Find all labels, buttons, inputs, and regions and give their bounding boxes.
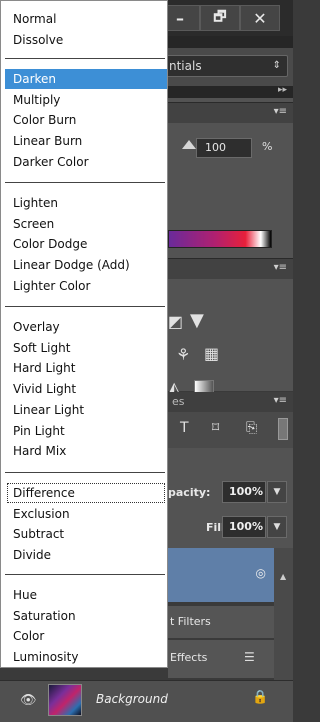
workspace-select-value: ntials: [169, 59, 202, 73]
blend-mode-difference[interactable]: Difference: [7, 483, 165, 503]
smart-filters-label: t Filters: [170, 615, 211, 628]
menu-separator: [5, 182, 165, 183]
grid-icon[interactable]: ▦: [204, 344, 219, 363]
value-field[interactable]: 100: [196, 138, 252, 158]
blend-mode-overlay[interactable]: Overlay: [7, 317, 165, 337]
blend-mode-linear-light[interactable]: Linear Light: [7, 400, 165, 420]
blend-mode-dissolve[interactable]: Dissolve: [7, 30, 165, 50]
square-tool-icon[interactable]: ◩: [168, 312, 183, 331]
select-arrow-icon: ⇕: [272, 60, 281, 71]
effects-row[interactable]: Effects ☰: [168, 640, 274, 678]
blend-mode-screen[interactable]: Screen: [7, 214, 165, 234]
blend-mode-exclusion[interactable]: Exclusion: [7, 504, 165, 524]
selected-layer-row[interactable]: ◎: [168, 548, 274, 602]
menu-separator: [5, 58, 165, 59]
triangle-down-icon[interactable]: ▼: [190, 310, 204, 331]
blend-mode-subtract[interactable]: Subtract: [7, 524, 165, 544]
blend-mode-darken[interactable]: Darken: [5, 69, 167, 89]
opacity-label: pacity:: [168, 486, 211, 499]
smart-object-filter-icon[interactable]: ⎘: [246, 420, 257, 436]
collapse-icon[interactable]: ▸▸: [278, 85, 287, 95]
blend-mode-lighten[interactable]: Lighten: [7, 193, 165, 213]
blend-mode-hard-mix[interactable]: Hard Mix: [7, 441, 165, 461]
circles-icon[interactable]: ⚘: [176, 345, 190, 364]
layers-tab-strip: es ▾≡: [168, 392, 293, 412]
color-gradient-bar[interactable]: [168, 230, 272, 248]
background-layer-name: Background: [96, 692, 168, 706]
slider-knob[interactable]: [182, 140, 196, 149]
effects-label: Effects: [170, 651, 208, 664]
menu-separator: [5, 306, 165, 307]
fill-dropdown-icon[interactable]: ▼: [267, 516, 287, 538]
workspace-select[interactable]: ntials ⇕: [160, 55, 288, 77]
layers-tab[interactable]: es: [172, 395, 185, 408]
blend-mode-color[interactable]: Color: [7, 626, 165, 646]
blend-mode-luminosity[interactable]: Luminosity: [7, 647, 165, 667]
blend-mode-color-dodge[interactable]: Color Dodge: [7, 234, 165, 254]
blend-mode-linear-dodge-add[interactable]: Linear Dodge (Add): [7, 255, 165, 275]
blend-mode-pin-light[interactable]: Pin Light: [7, 421, 165, 441]
blend-mode-color-burn[interactable]: Color Burn: [7, 110, 165, 130]
blend-mode-darker-color[interactable]: Darker Color: [7, 152, 165, 172]
smart-filters-row[interactable]: t Filters: [168, 606, 274, 638]
blend-mode-soft-light[interactable]: Soft Light: [7, 338, 165, 358]
scroll-up-icon[interactable]: ▲: [280, 572, 286, 581]
panel-menu-icon[interactable]: ▾≡: [274, 106, 287, 117]
filter-toggle[interactable]: [278, 418, 288, 440]
opacity-dropdown-icon[interactable]: ▼: [267, 481, 287, 503]
blend-mode-hue[interactable]: Hue: [7, 585, 165, 605]
shape-filter-icon[interactable]: ⌑: [212, 420, 219, 436]
blend-mode-linear-burn[interactable]: Linear Burn: [7, 131, 165, 151]
lock-icon: 🔒: [252, 690, 269, 705]
fill-field[interactable]: 100%: [222, 516, 266, 538]
blend-mode-saturation[interactable]: Saturation: [7, 606, 165, 626]
blend-mode-multiply[interactable]: Multiply: [7, 90, 165, 110]
blend-mode-normal[interactable]: Normal: [7, 9, 165, 29]
menu-separator: [5, 472, 165, 473]
layer-thumbnail: [48, 684, 82, 716]
type-filter-icon[interactable]: T: [180, 420, 189, 436]
panel-menu-icon-2[interactable]: ▾≡: [274, 262, 287, 273]
opacity-field[interactable]: 100%: [222, 481, 266, 503]
blend-mode-dropdown: Normal Dissolve Darken Multiply Color Burn Li…: [0, 0, 168, 668]
unit-label: %: [262, 140, 273, 153]
layer-filter-tools: T ⌑ ⎘: [168, 412, 293, 448]
effects-options-icon[interactable]: ☰: [244, 650, 255, 664]
menu-separator: [5, 574, 165, 575]
layers-scrollbar[interactable]: ▲: [274, 548, 293, 688]
visibility-eye-icon[interactable]: 👁: [20, 693, 37, 708]
blend-mode-divide[interactable]: Divide: [7, 545, 165, 565]
close-button[interactable]: ✕: [240, 5, 280, 31]
blend-mode-vivid-light[interactable]: Vivid Light: [7, 379, 165, 399]
blend-mode-hard-light[interactable]: Hard Light: [7, 358, 165, 378]
layers-menu-icon[interactable]: ▾≡: [274, 395, 287, 406]
blend-mode-lighter-color[interactable]: Lighter Color: [7, 276, 165, 296]
restore-button[interactable]: 🗗: [200, 5, 240, 31]
layer-fx-icon: ◎: [255, 566, 266, 580]
